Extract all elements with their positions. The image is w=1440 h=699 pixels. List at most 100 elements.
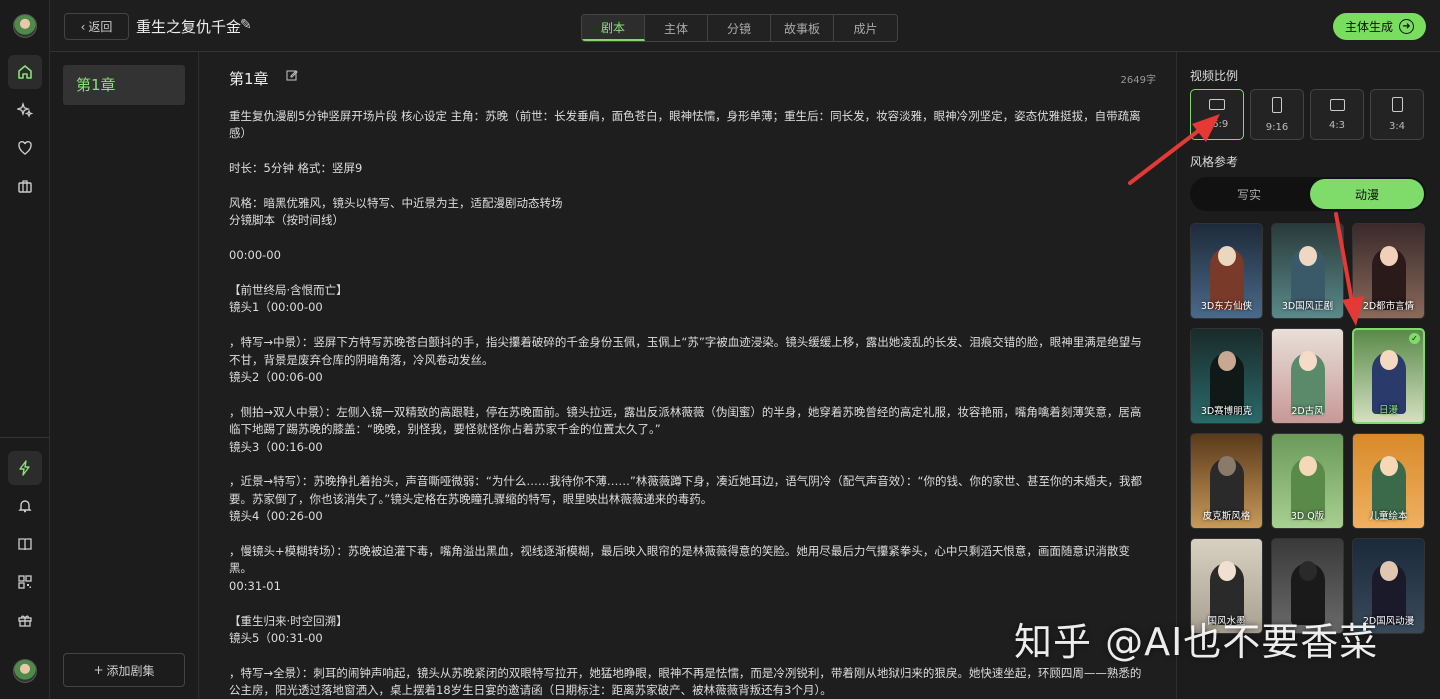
top-bar: ‹ 返回 重生之复仇千金 ✎ 剧本 主体 分镜 故事板 成片 主体生成 ➜: [50, 0, 1440, 52]
script-line: 风格：暗黑优雅风，镜头以特写、中近景为主，适配漫剧动态转场: [229, 196, 563, 210]
style-thumbnail-face: [1298, 561, 1317, 581]
style-thumbnail-face: [1298, 456, 1317, 476]
script-line: 【前世终局·含恨而亡】: [229, 283, 348, 297]
script-line: 镜头5（00:31-00: [229, 631, 323, 646]
step-tabs: 剧本 主体 分镜 故事板 成片: [581, 14, 898, 42]
script-line: 分镜脚本（按时间线）: [229, 213, 344, 228]
gift-icon[interactable]: [8, 603, 42, 637]
ratio-options: 16:9 9:16 4:3 3:4: [1190, 89, 1424, 140]
style-thumbnail-face: [1298, 246, 1317, 266]
arrow-right-icon: ➜: [1399, 19, 1414, 34]
script-line: ，侧拍→双人中景）：左侧入镜一双精致的高跟鞋，停在苏晚面前。镜头拉远，露出反派林…: [229, 404, 1142, 437]
sparkle-icon[interactable]: [8, 93, 42, 127]
ratio-label-9-16: 9:16: [1265, 121, 1289, 133]
word-count: 2649字: [1120, 75, 1156, 86]
chapter-item[interactable]: 第1章: [63, 65, 185, 105]
style-card-label: 儿童绘本: [1369, 511, 1408, 522]
style-thumbnail-face: [1379, 246, 1398, 266]
generate-label: 主体生成: [1344, 20, 1393, 34]
style-card-label: 2D古风: [1291, 406, 1324, 417]
tab-subject[interactable]: 主体: [645, 15, 708, 41]
style-card[interactable]: 3D东方仙侠: [1190, 223, 1263, 319]
plus-icon: +: [93, 663, 104, 677]
style-card[interactable]: 3D国风正剧: [1271, 223, 1344, 319]
style-card-label: 3D Q版: [1290, 511, 1325, 522]
ratio-16-9[interactable]: 16:9: [1190, 89, 1244, 140]
script-line: ，特写→全景）：刺耳的闹钟声响起，镜头从苏晚紧闭的双眼特写拉开，她猛地睁眼，眼神…: [229, 665, 1142, 698]
user-avatar[interactable]: [13, 14, 37, 38]
script-line: 重生复仇漫剧5分钟竖屏开场片段 核心设定 主角：苏晚（前世：长发垂肩，面色苍白，…: [229, 109, 1141, 141]
icon-rail: [0, 0, 50, 699]
script-line: 00:00-00: [229, 248, 281, 263]
style-card-label: 日漫: [1378, 405, 1398, 416]
script-line: 镜头2（00:06-00: [229, 370, 323, 385]
ratio-label-16-9: 16:9: [1205, 119, 1229, 130]
style-card-label: 3D东方仙侠: [1200, 301, 1253, 312]
script-line: ，近景→特写）：苏晚挣扎着抬头，声音嘶哑微弱：“为什么……我待你不薄……”林薇薇…: [229, 474, 1142, 506]
project-title: 重生之复仇千金: [136, 18, 242, 36]
chevron-left-icon: ‹: [80, 19, 86, 34]
home-icon[interactable]: [8, 55, 42, 89]
script-line: 【重生归来·时空回溯】: [229, 613, 348, 628]
script-line: 00:31-01: [229, 578, 281, 593]
style-card[interactable]: 3D赛博朋克: [1190, 328, 1263, 424]
style-card[interactable]: 3D Q版: [1271, 433, 1344, 529]
style-card-label: 2D都市言情: [1362, 301, 1415, 312]
style-ref-label: 风格参考: [1190, 155, 1239, 169]
briefcase-icon[interactable]: [8, 169, 42, 203]
qrcode-icon[interactable]: [8, 565, 42, 599]
style-thumbnail-face: [1379, 456, 1398, 476]
mode-realistic[interactable]: 写实: [1192, 179, 1306, 209]
settings-panel: 视频比例 16:9 9:16 4:3 3:4 风格参考 写实 动漫 3D东方仙侠…: [1176, 52, 1440, 699]
style-card[interactable]: 皮克斯风格: [1190, 433, 1263, 529]
tab-script[interactable]: 剧本: [582, 15, 645, 41]
landscape-icon: [1209, 99, 1225, 110]
script-text[interactable]: 重生复仇漫剧5分钟竖屏开场片段 核心设定 主角：苏晚（前世：长发垂肩，面色苍白，…: [229, 108, 1149, 699]
style-card[interactable]: 2D都市言情: [1352, 223, 1425, 319]
lightning-icon[interactable]: [8, 451, 42, 485]
style-card-label: 3D赛博朋克: [1200, 406, 1253, 417]
book-icon[interactable]: [8, 527, 42, 561]
rail-divider: [0, 437, 50, 438]
ratio-label-4-3: 4:3: [1328, 119, 1346, 131]
style-card[interactable]: 2D古风: [1271, 328, 1344, 424]
chapter-sidebar: 第1章 + 添加剧集: [50, 52, 199, 699]
edit-title-icon[interactable]: ✎: [240, 17, 252, 33]
edit-chapter-icon[interactable]: [286, 69, 298, 84]
heart-icon[interactable]: [8, 131, 42, 165]
tab-storyboard[interactable]: 故事板: [771, 15, 834, 41]
watermark: 知乎 @AI也不要香菜: [1014, 620, 1379, 664]
style-thumbnail-face: [1217, 456, 1236, 476]
style-thumbnail-face: [1217, 351, 1236, 371]
back-label: 返回: [88, 20, 113, 34]
ratio-9-16[interactable]: 9:16: [1250, 89, 1304, 140]
style-thumbnail-face: [1379, 561, 1398, 581]
bell-icon[interactable]: [8, 489, 42, 523]
tab-shots[interactable]: 分镜: [708, 15, 771, 41]
style-card[interactable]: ✓ 日漫: [1352, 328, 1425, 424]
account-avatar[interactable]: [13, 659, 37, 683]
script-line: 镜头1（00:00-00: [229, 300, 323, 315]
back-button[interactable]: ‹ 返回: [64, 13, 129, 40]
style-mode-toggle: 写实 动漫: [1190, 177, 1426, 211]
script-line: 时长：5分钟 格式：竖屏9: [229, 161, 363, 176]
add-episode-button[interactable]: + 添加剧集: [63, 653, 185, 687]
generate-subject-button[interactable]: 主体生成 ➜: [1333, 13, 1426, 40]
landscape-icon: [1329, 98, 1345, 111]
ratio-3-4[interactable]: 3:4: [1370, 89, 1424, 140]
script-line: 镜头4（00:26-00: [229, 509, 323, 524]
tab-final[interactable]: 成片: [834, 15, 897, 41]
mode-anime[interactable]: 动漫: [1310, 179, 1424, 209]
ratio-4-3[interactable]: 4:3: [1310, 89, 1364, 140]
script-editor[interactable]: 第1章 2649字 重生复仇漫剧5分钟竖屏开场片段 核心设定 主角：苏晚（前世：…: [199, 52, 1176, 699]
style-card[interactable]: 儿童绘本: [1352, 433, 1425, 529]
style-thumbnail-face: [1217, 561, 1236, 581]
chapter-heading: 第1章: [229, 70, 269, 88]
